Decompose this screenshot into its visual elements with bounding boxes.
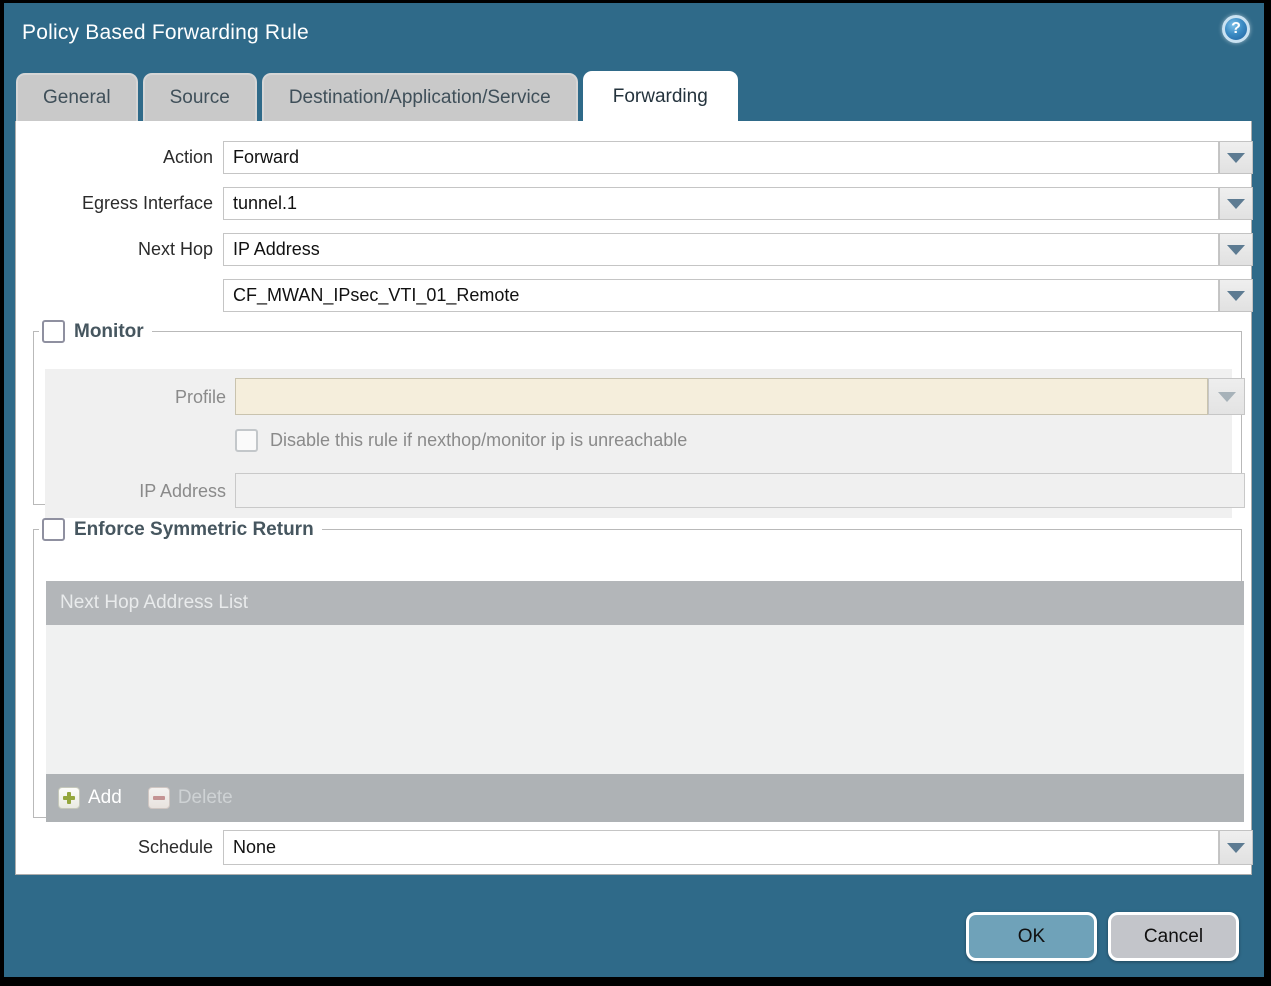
action-label: Action xyxy=(162,147,213,167)
plus-icon xyxy=(58,787,80,809)
schedule-dropdown-button[interactable] xyxy=(1219,830,1253,865)
profile-select xyxy=(235,378,1208,415)
tab-source[interactable]: Source xyxy=(142,73,257,121)
monitor-checkbox[interactable] xyxy=(42,320,65,343)
schedule-select[interactable]: None xyxy=(223,830,1219,865)
dialog-title: Policy Based Forwarding Rule xyxy=(22,21,309,44)
pbf-rule-dialog: Policy Based Forwarding Rule ? General S… xyxy=(4,3,1264,977)
tab-bar: General Source Destination/Application/S… xyxy=(16,71,738,121)
minus-icon xyxy=(147,787,170,809)
tab-general[interactable]: General xyxy=(16,73,138,121)
chevron-down-icon xyxy=(1227,244,1245,255)
next-hop-dropdown-button[interactable] xyxy=(1219,233,1253,266)
next-hop-row: Next Hop IP Address xyxy=(16,233,1253,266)
enforce-symmetric-return-title: Enforce Symmetric Return xyxy=(74,518,314,540)
monitor-section: Monitor Profile Disable this rule if nex… xyxy=(33,320,1245,518)
cancel-button[interactable]: Cancel xyxy=(1108,912,1239,961)
profile-dropdown-button xyxy=(1208,378,1245,415)
add-button-label: Add xyxy=(88,787,122,808)
enforce-symmetric-return-legend: Enforce Symmetric Return xyxy=(39,518,322,541)
disable-rule-label: Disable this rule if nexthop/monitor ip … xyxy=(270,430,688,450)
monitor-panel: Profile Disable this rule if nexthop/mon… xyxy=(45,369,1245,518)
profile-label: Profile xyxy=(174,387,226,407)
next-hop-address-list-body[interactable] xyxy=(46,625,1244,774)
schedule-label: Schedule xyxy=(137,837,213,857)
next-hop-address-list-header: Next Hop Address List xyxy=(46,581,1244,625)
enforce-symmetric-return-checkbox[interactable] xyxy=(42,518,65,541)
egress-interface-row: Egress Interface tunnel.1 xyxy=(16,187,1253,220)
delete-button: Delete xyxy=(147,787,233,809)
next-hop-address-list-toolbar: Add Delete xyxy=(46,774,1244,822)
add-button[interactable]: Add xyxy=(58,787,122,809)
next-hop-type-select[interactable]: IP Address xyxy=(223,233,1219,266)
egress-interface-select[interactable]: tunnel.1 xyxy=(223,187,1219,220)
help-icon[interactable]: ? xyxy=(1222,15,1250,43)
next-hop-label: Next Hop xyxy=(137,239,213,259)
action-select[interactable]: Forward xyxy=(223,141,1219,174)
action-row: Action Forward xyxy=(16,141,1253,174)
next-hop-address-select[interactable]: CF_MWAN_IPsec_VTI_01_Remote xyxy=(223,279,1219,312)
disable-rule-checkbox xyxy=(235,429,258,452)
next-hop-address-row: CF_MWAN_IPsec_VTI_01_Remote xyxy=(16,279,1253,312)
tab-forwarding[interactable]: Forwarding xyxy=(582,71,738,121)
monitor-legend: Monitor xyxy=(39,320,152,343)
monitor-ip-address-input xyxy=(235,473,1245,508)
disable-rule-row: Disable this rule if nexthop/monitor ip … xyxy=(235,429,687,452)
monitor-title: Monitor xyxy=(74,320,144,342)
chevron-down-icon xyxy=(1227,290,1245,301)
action-dropdown-button[interactable] xyxy=(1219,141,1253,174)
chevron-down-icon xyxy=(1227,842,1245,853)
egress-interface-label: Egress Interface xyxy=(81,193,213,213)
next-hop-address-table: Next Hop Address List Add Delete xyxy=(46,581,1244,822)
chevron-down-icon xyxy=(1227,198,1245,209)
monitor-ip-address-label: IP Address xyxy=(139,481,226,501)
chevron-down-icon xyxy=(1217,391,1236,402)
tab-destination-application-service[interactable]: Destination/Application/Service xyxy=(261,73,578,121)
ok-button[interactable]: OK xyxy=(966,912,1097,961)
next-hop-address-dropdown-button[interactable] xyxy=(1219,279,1253,312)
dialog-titlebar: Policy Based Forwarding Rule ? xyxy=(4,3,1264,67)
delete-button-label: Delete xyxy=(177,787,233,808)
schedule-row: Schedule None xyxy=(16,830,1253,865)
forwarding-tab-panel: Action Forward Egress Interface tunnel.1… xyxy=(15,121,1253,875)
enforce-symmetric-return-section: Enforce Symmetric Return Next Hop Addres… xyxy=(33,518,1244,822)
egress-interface-dropdown-button[interactable] xyxy=(1219,187,1253,220)
chevron-down-icon xyxy=(1227,152,1245,163)
